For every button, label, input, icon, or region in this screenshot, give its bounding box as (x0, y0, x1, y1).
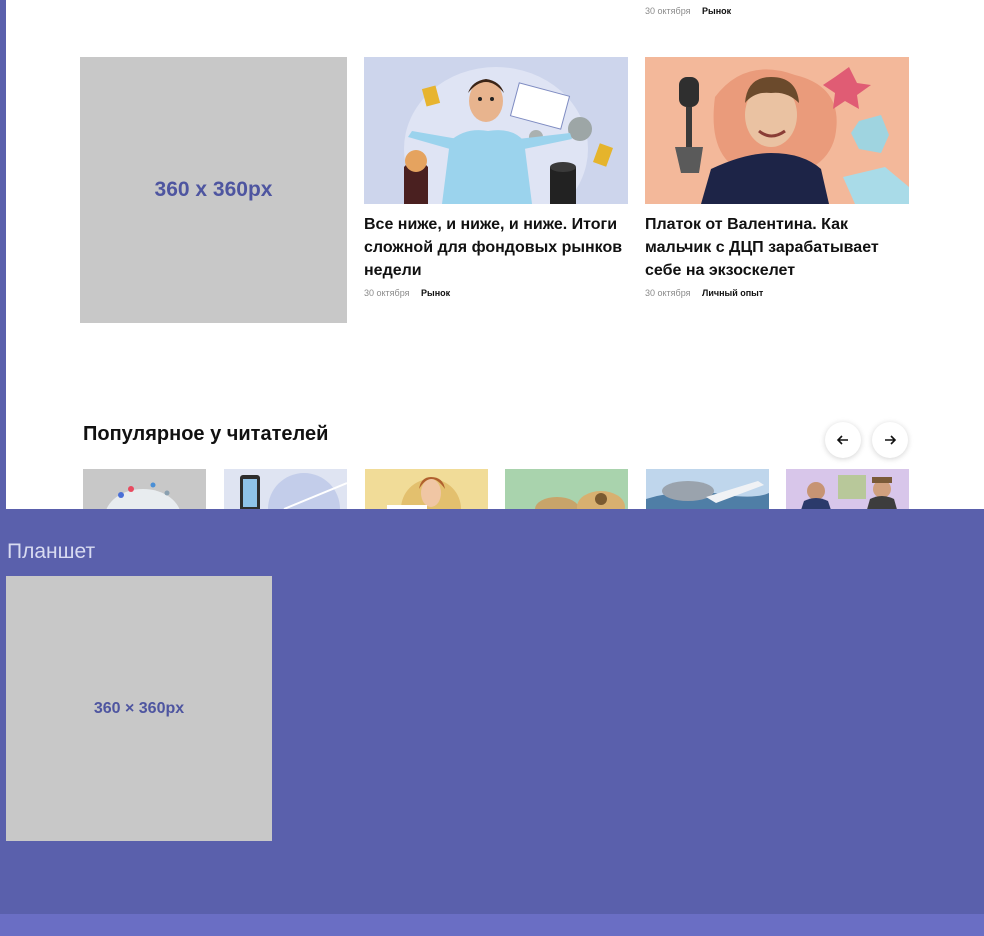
popular-thumbnail[interactable] (505, 469, 628, 509)
arrow-right-icon (885, 435, 897, 445)
tablet-label: Планшет (7, 540, 96, 563)
banner-placeholder: 360 x 360px (80, 57, 347, 323)
tablet-placeholder-label: 360 × 360px (93, 699, 185, 717)
carousel-next-button[interactable] (872, 422, 908, 458)
article-title[interactable]: Платок от Валентина. Как мальчик с ДЦП з… (645, 213, 909, 282)
desktop-artboard: 30 октября Рынок 360 x 360px Все ниже, и… (6, 0, 984, 509)
popular-thumbnail[interactable] (786, 469, 909, 509)
carousel-prev-button[interactable] (825, 422, 861, 458)
bottom-divider (0, 914, 984, 936)
article-meta: 30 октября Личный опыт (645, 288, 909, 298)
popular-thumbnail[interactable] (646, 469, 769, 509)
article-meta: 30 октября Рынок (364, 288, 628, 298)
boy-with-exoskeleton-icon[interactable] (645, 57, 909, 204)
article-tag[interactable]: Личный опыт (702, 288, 763, 298)
man-shrugging-with-coins-icon[interactable] (364, 57, 628, 204)
article-card[interactable]: Все ниже, и ниже, и ниже. Итоги сложной … (364, 57, 628, 298)
popular-thumbnail[interactable] (224, 469, 347, 509)
article-date: 30 октября (364, 288, 410, 298)
top-article-meta: 30 октября Рынок (645, 6, 731, 16)
top-article-tag[interactable]: Рынок (702, 6, 731, 16)
arrow-left-icon (836, 435, 848, 445)
tablet-banner-placeholder: 360 × 360px (6, 576, 272, 841)
banner-placeholder-label: 360 x 360px (154, 178, 273, 201)
article-tag[interactable]: Рынок (421, 288, 450, 298)
top-article-date: 30 октября (645, 6, 691, 16)
article-title[interactable]: Все ниже, и ниже, и ниже. Итоги сложной … (364, 213, 628, 282)
article-card[interactable]: Платок от Валентина. Как мальчик с ДЦП з… (645, 57, 909, 298)
popular-thumbnail[interactable] (83, 469, 206, 509)
article-date: 30 октября (645, 288, 691, 298)
popular-section-title: Популярное у читателей (83, 423, 329, 445)
popular-thumbnail[interactable] (365, 469, 488, 509)
